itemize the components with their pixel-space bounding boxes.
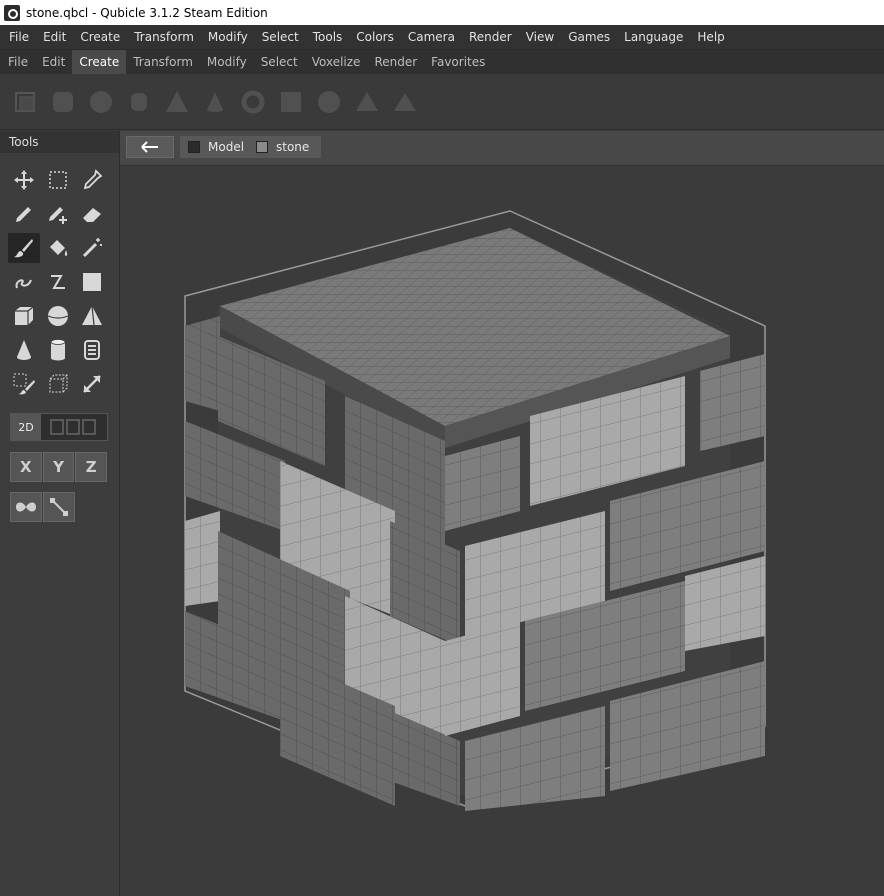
menu-create[interactable]: Create: [73, 25, 127, 49]
paint-bucket-icon[interactable]: [42, 233, 74, 263]
dome-icon[interactable]: [314, 87, 344, 117]
create-shape-bar: [0, 74, 884, 130]
voxel-canvas[interactable]: [120, 166, 884, 896]
back-button[interactable]: [126, 136, 174, 158]
tab-favorites[interactable]: Favorites: [424, 50, 492, 74]
viewport-toolbar: Model stone: [120, 131, 884, 166]
pyramid-icon[interactable]: [76, 301, 108, 331]
prism-icon[interactable]: [352, 87, 382, 117]
menu-render[interactable]: Render: [462, 25, 519, 49]
stone-voxel-model[interactable]: [184, 210, 766, 811]
tab-select[interactable]: Select: [254, 50, 305, 74]
resize-icon[interactable]: [76, 369, 108, 399]
cylinder-icon[interactable]: [42, 335, 74, 365]
tab-render[interactable]: Render: [367, 50, 424, 74]
model-color-swatch: [188, 141, 200, 153]
tab-edit[interactable]: Edit: [35, 50, 72, 74]
rounded-cube-icon[interactable]: [48, 87, 78, 117]
menu-select[interactable]: Select: [255, 25, 306, 49]
tab-file[interactable]: File: [0, 50, 35, 74]
menu-edit[interactable]: Edit: [36, 25, 73, 49]
plane-icon[interactable]: [276, 87, 306, 117]
tab-modify[interactable]: Modify: [200, 50, 254, 74]
menu-file[interactable]: File: [0, 25, 36, 49]
axis-x-button[interactable]: X: [10, 452, 42, 482]
cube-icon[interactable]: [10, 87, 40, 117]
breadcrumb-model-label: Model: [208, 140, 245, 154]
mode-2d-toggle[interactable]: 2D: [10, 413, 108, 441]
axis-buttons: X Y Z: [10, 452, 108, 482]
brick-left-1: [185, 316, 220, 411]
tools-panel: Tools 2D X Y Z: [0, 131, 120, 896]
tab-create[interactable]: Create: [72, 50, 127, 74]
eraser-icon[interactable]: [76, 199, 108, 229]
title-bar: stone.qbcl - Qubicle 3.1.2 Steam Edition: [0, 0, 884, 25]
menu-view[interactable]: View: [519, 25, 561, 49]
curve-icon[interactable]: [8, 267, 40, 297]
wire-cube-icon[interactable]: [42, 369, 74, 399]
select-rect-icon[interactable]: [42, 165, 74, 195]
menu-tools[interactable]: Tools: [306, 25, 350, 49]
rect-fill-icon[interactable]: [76, 267, 108, 297]
brick-right-3: [700, 354, 765, 451]
cone-icon[interactable]: [200, 87, 230, 117]
magic-wand-icon[interactable]: [76, 233, 108, 263]
toolbar-tabs: File Edit Create Transform Modify Select…: [0, 50, 884, 74]
tab-voxelize[interactable]: Voxelize: [305, 50, 368, 74]
brush-icon[interactable]: [8, 233, 40, 263]
mirror-icon[interactable]: [10, 492, 42, 522]
sphere-icon[interactable]: [42, 301, 74, 331]
eyedropper-icon[interactable]: [76, 165, 108, 195]
breadcrumb-model[interactable]: Model: [180, 136, 257, 158]
axis-y-button[interactable]: Y: [42, 452, 75, 482]
layers-icon[interactable]: [76, 335, 108, 365]
editor-viewport[interactable]: Model stone: [120, 131, 884, 896]
sphere-icon[interactable]: [86, 87, 116, 117]
menu-games[interactable]: Games: [561, 25, 617, 49]
cone-icon[interactable]: [8, 335, 40, 365]
menu-help[interactable]: Help: [690, 25, 731, 49]
menu-camera[interactable]: Camera: [401, 25, 462, 49]
pencil-add-icon[interactable]: [42, 199, 74, 229]
connect-icon[interactable]: [43, 492, 75, 522]
move-icon[interactable]: [8, 165, 40, 195]
window-title: stone.qbcl - Qubicle 3.1.2 Steam Edition: [26, 5, 268, 20]
axis-z-button[interactable]: Z: [75, 452, 108, 482]
qubicle-app-icon: [4, 4, 20, 21]
breadcrumb-stone[interactable]: stone: [248, 136, 322, 158]
arrow-left-icon: [141, 141, 158, 153]
tools-panel-title: Tools: [0, 131, 119, 153]
wedge-icon[interactable]: [390, 87, 420, 117]
torus-icon[interactable]: [238, 87, 268, 117]
pencil-icon[interactable]: [8, 199, 40, 229]
line-icon[interactable]: [42, 267, 74, 297]
menu-language[interactable]: Language: [617, 25, 690, 49]
box-icon[interactable]: [8, 301, 40, 331]
stone-color-swatch: [256, 141, 268, 153]
menu-colors[interactable]: Colors: [349, 25, 401, 49]
brick-left-7-light: [185, 511, 220, 606]
pyramid-icon[interactable]: [162, 87, 192, 117]
select-paint-icon[interactable]: [8, 369, 40, 399]
main-menu-bar: File Edit Create Transform Modify Select…: [0, 25, 884, 50]
tab-transform[interactable]: Transform: [126, 50, 200, 74]
breadcrumb-stone-label: stone: [276, 140, 310, 154]
extra-tool-buttons: [10, 492, 76, 522]
cylinder-icon[interactable]: [124, 87, 154, 117]
menu-modify[interactable]: Modify: [201, 25, 255, 49]
menu-transform[interactable]: Transform: [127, 25, 201, 49]
mode-3d-icon: [50, 419, 96, 435]
mode-2d-label: 2D: [11, 414, 41, 440]
brick-right-8-light: [445, 621, 520, 736]
